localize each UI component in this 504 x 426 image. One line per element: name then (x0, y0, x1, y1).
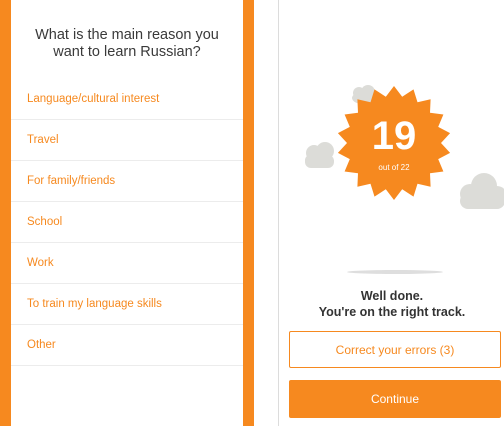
score-area: 19 out of 22 (279, 0, 504, 260)
badge-shadow (347, 270, 443, 274)
option-language-cultural-interest[interactable]: Language/cultural interest (11, 79, 243, 120)
reason-options-list: Language/cultural interest Travel For fa… (11, 79, 243, 366)
result-message-subtitle: You're on the right track. (318, 305, 466, 319)
option-school[interactable]: School (11, 202, 243, 243)
cloud-icon (460, 173, 504, 209)
option-travel[interactable]: Travel (11, 120, 243, 161)
correct-errors-button[interactable]: Correct your errors (3) (289, 331, 501, 368)
right-screen: 19 out of 22 Well done. You're on the ri… (278, 0, 504, 426)
result-message-title: Well done. (360, 289, 424, 303)
option-family-friends[interactable]: For family/friends (11, 161, 243, 202)
question-card: What is the main reason you want to lear… (11, 0, 243, 426)
score-total-label: out of 22 (378, 163, 410, 172)
cloud-icon (305, 142, 334, 168)
option-train-language-skills[interactable]: To train my language skills (11, 284, 243, 325)
left-screen: What is the main reason you want to lear… (0, 0, 254, 426)
option-work[interactable]: Work (11, 243, 243, 284)
option-other[interactable]: Other (11, 325, 243, 366)
score-value: 19 (371, 114, 417, 158)
question-title: What is the main reason you want to lear… (35, 27, 219, 60)
continue-button[interactable]: Continue (289, 380, 501, 418)
